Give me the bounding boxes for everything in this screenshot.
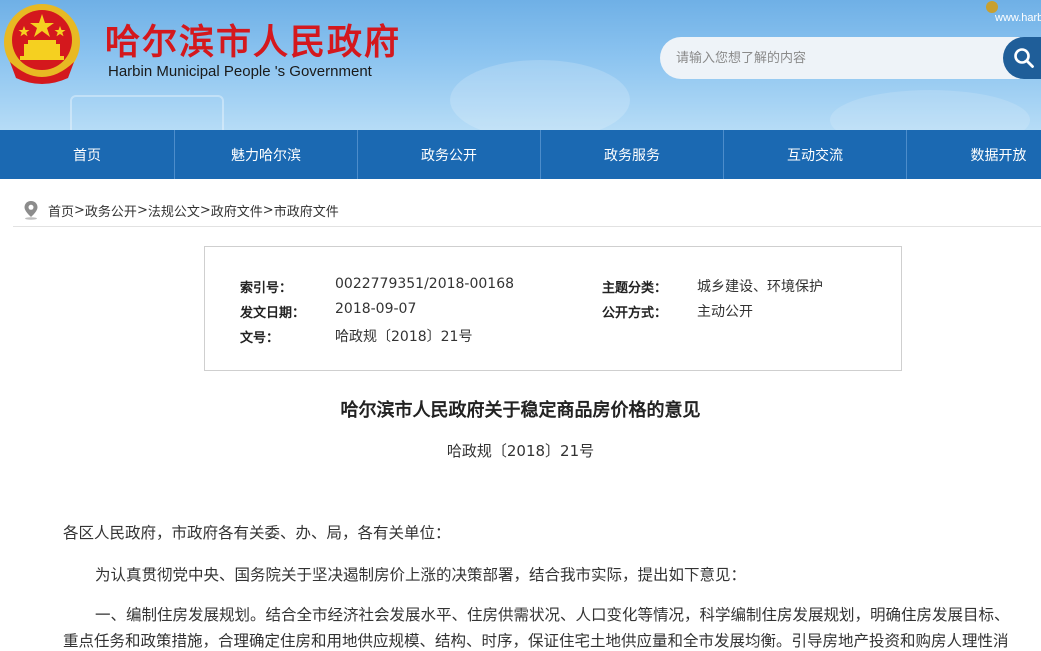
disclosure-method-label: 公开方式： xyxy=(602,306,668,321)
background-decoration xyxy=(450,60,630,130)
breadcrumb-government-documents[interactable]: 政府文件 xyxy=(211,201,263,220)
site-title-english: Harbin Municipal People 's Government xyxy=(108,63,372,80)
breadcrumb-separator: > xyxy=(136,202,148,218)
breadcrumb-municipal-documents[interactable]: 市政府文件 xyxy=(274,201,339,220)
breadcrumb-regulations-documents[interactable]: 法规公文 xyxy=(148,201,200,220)
document-salutation: 各区人民政府，市政府各有关委、办、局，各有关单位： xyxy=(63,524,451,542)
site-title-chinese: 哈尔滨市人民政府 xyxy=(105,22,402,63)
search-icon xyxy=(1014,48,1034,68)
corner-url-text: www.harb xyxy=(995,12,1041,24)
document-paragraph: 为认真贯彻党中央、国务院关于坚决遏制房价上涨的决策部署，结合我市实际，提出如下意… xyxy=(95,566,747,584)
breadcrumb-separator: > xyxy=(74,202,85,218)
document-number: 哈政规〔2018〕21号 xyxy=(446,442,595,460)
nav-item-government-services[interactable]: 政务服务 xyxy=(541,130,724,179)
index-number-label: 索引号： xyxy=(240,281,293,296)
nav-item-charm-harbin[interactable]: 魅力哈尔滨 xyxy=(175,130,358,179)
background-decoration xyxy=(830,90,1030,130)
document-paragraph: 一、编制住房发展规划。结合全市经济社会发展水平、住房供需状况、人口变化等情况，科… xyxy=(95,606,1010,624)
breadcrumb-government-affairs-disclosure[interactable]: 政务公开 xyxy=(85,201,137,220)
search-bar xyxy=(660,37,1041,79)
location-pin-icon xyxy=(24,201,38,220)
main-navigation: 首页 魅力哈尔滨 政务公开 政务服务 互动交流 数据开放 xyxy=(0,130,1041,179)
china-gov-corner-logo[interactable]: www.harb xyxy=(985,0,1041,30)
breadcrumb-separator: > xyxy=(199,202,211,218)
document-number-label: 文号： xyxy=(240,331,280,346)
document-metadata-box: 索引号： 0022779351/2018-00168 主题分类： 城乡建设、环境… xyxy=(204,246,902,371)
disclosure-method-value: 主动公开 xyxy=(697,304,753,320)
search-input[interactable] xyxy=(660,37,1020,79)
nav-item-open-data[interactable]: 数据开放 xyxy=(907,130,1041,179)
breadcrumb: 首页 > 政务公开 > 法规公文 > 政府文件 > 市政府文件 xyxy=(22,200,339,220)
national-emblem-icon xyxy=(4,4,80,84)
breadcrumb-divider xyxy=(13,226,1041,227)
breadcrumb-separator: > xyxy=(262,202,274,218)
nav-item-government-affairs-disclosure[interactable]: 政务公开 xyxy=(358,130,541,179)
document-paragraph-continuation: 重点任务和政策措施，合理确定住房和用地供应规模、结构、时序，保证住宅土地供应量和… xyxy=(63,632,1009,650)
document-number-value: 哈政规〔2018〕21号 xyxy=(335,329,473,345)
search-button[interactable] xyxy=(1003,37,1041,79)
issue-date-label: 发文日期： xyxy=(240,306,306,321)
document-title: 哈尔滨市人民政府关于稳定商品房价格的意见 xyxy=(340,400,701,421)
issue-date-value: 2018-09-07 xyxy=(335,301,417,317)
nav-item-interaction[interactable]: 互动交流 xyxy=(724,130,907,179)
topic-category-value: 城乡建设、环境保护 xyxy=(697,279,823,295)
breadcrumb-home[interactable]: 首页 xyxy=(48,201,74,220)
site-header: 哈尔滨市人民政府 Harbin Municipal People 's Gove… xyxy=(0,0,1041,130)
index-number-value: 0022779351/2018-00168 xyxy=(335,276,515,292)
background-building-decoration xyxy=(70,95,224,130)
nav-item-home[interactable]: 首页 xyxy=(0,130,175,179)
topic-category-label: 主题分类： xyxy=(602,281,668,296)
